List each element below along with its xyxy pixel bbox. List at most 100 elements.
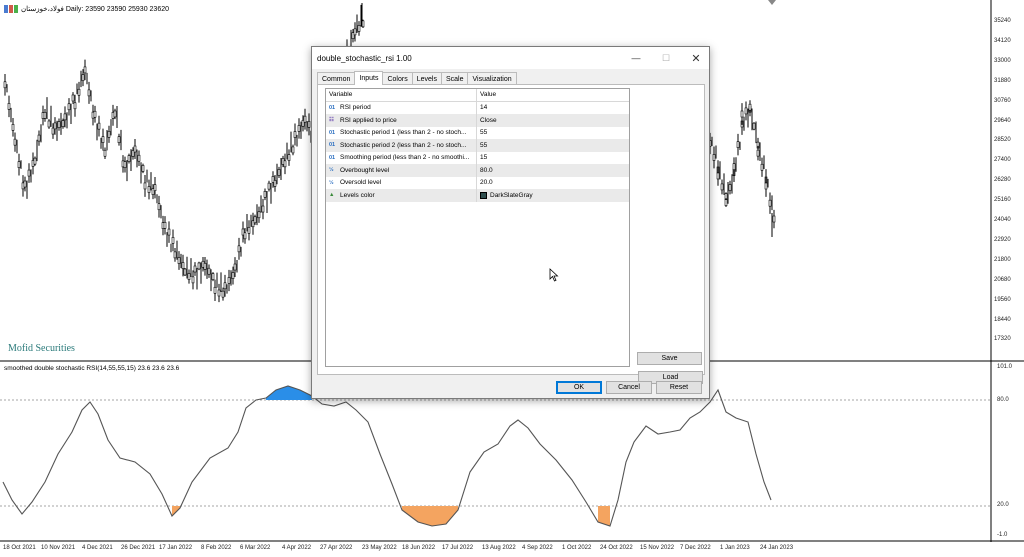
row-variable-cell: ▲ Levels color [326, 189, 477, 202]
price-tick-label: 34120 [994, 37, 1011, 44]
table-row[interactable]: 01 Stochastic period 2 (less than 2 - no … [326, 139, 629, 152]
integer-icon: 01 [329, 104, 336, 111]
candle-body [63, 113, 67, 121]
candle-body [183, 268, 187, 276]
column-header-value[interactable]: Value [477, 89, 629, 101]
candle-body [768, 199, 772, 207]
candle-body [227, 277, 231, 284]
date-tick-label: 13 Aug 2022 [482, 545, 516, 551]
price-tick-label: 18440 [994, 316, 1011, 323]
date-tick-label: 15 Nov 2022 [640, 545, 675, 551]
candle-body [61, 120, 65, 127]
candle-body [241, 228, 245, 236]
price-tick-label: 20680 [994, 276, 1011, 283]
candle-body [201, 260, 205, 268]
table-row[interactable]: ½ Oversold level 20.0 [326, 176, 629, 190]
date-tick-label: 1 Jan 2023 [720, 545, 750, 551]
price-tick-label: 25160 [994, 197, 1011, 204]
table-header: Variable Value [326, 89, 629, 102]
table-row[interactable]: ☷ RSI applied to price Close [326, 114, 629, 127]
reset-button[interactable]: Reset [656, 381, 702, 394]
save-button[interactable]: Save [637, 352, 702, 365]
minimize-icon[interactable]: — [621, 47, 651, 69]
candle-body [207, 267, 211, 275]
row-value[interactable]: 20.0 [477, 177, 629, 190]
candle-body [11, 124, 15, 131]
candle-body [353, 28, 357, 36]
price-tick-label: 22920 [994, 236, 1011, 243]
candle-body [71, 94, 75, 102]
row-value[interactable]: DarkSlateGray [477, 189, 629, 202]
price-tick-label: 29640 [994, 117, 1011, 124]
candle-body [141, 165, 145, 172]
price-tick-label: 27400 [994, 157, 1011, 164]
candle-body [293, 131, 297, 138]
candle-body [247, 227, 251, 234]
row-value[interactable]: 55 [477, 139, 629, 152]
maximize-icon: ☐ [661, 52, 671, 63]
candle-body [53, 122, 57, 130]
oscillator-line [2, 385, 772, 527]
candle-body [231, 272, 235, 279]
color-value-label: DarkSlateGray [490, 191, 533, 199]
candle-body [233, 263, 237, 271]
date-tick-label: 18 Oct 2021 [3, 545, 36, 551]
row-value[interactable]: 15 [477, 152, 629, 165]
tab-inputs[interactable]: Inputs [354, 71, 384, 85]
candle-body [251, 220, 255, 228]
candle-body [732, 163, 736, 170]
fraction-icon: ½ [329, 179, 334, 186]
candle-body [748, 103, 752, 111]
table-row[interactable]: 01 RSI period 14 [326, 101, 629, 115]
candle-body [213, 286, 217, 294]
cancel-button[interactable]: Cancel [606, 381, 652, 394]
table-row[interactable]: ½ Overbought level 80.0 [326, 164, 629, 177]
integer-icon: 01 [329, 129, 336, 136]
date-tick-label: 1 Oct 2022 [562, 545, 592, 551]
mouse-cursor-icon [549, 268, 559, 282]
date-tick-label: 17 Jul 2022 [442, 545, 474, 551]
candle-body [111, 112, 115, 119]
date-tick-label: 4 Dec 2021 [82, 545, 113, 551]
candle-body [167, 228, 171, 236]
candle-body [772, 215, 776, 223]
candle-body [257, 211, 261, 219]
row-value[interactable]: 80.0 [477, 164, 629, 177]
chart-symbol-label: فولاد،خوزستان Daily: 23590 23590 25930 2… [21, 6, 169, 13]
candle-body [764, 182, 768, 190]
candle-body [187, 273, 191, 280]
candle-body [173, 251, 177, 259]
row-value[interactable]: Close [477, 114, 629, 127]
candle-body [131, 150, 135, 157]
table-row[interactable]: 01 Smoothing period (less than 2 - no smo… [326, 151, 629, 165]
inputs-panel: Variable Value 01 RSI period 14 ☷ RSI appl… [317, 84, 705, 384]
row-variable: Oversold level [340, 179, 382, 187]
row-value[interactable]: 55 [477, 127, 629, 140]
candle-body [287, 154, 291, 161]
candle-body [83, 66, 87, 74]
candle-body [177, 257, 181, 264]
candle-body [137, 154, 141, 162]
candle-body [223, 282, 227, 290]
row-variable-cell: 01 RSI period [326, 101, 477, 114]
candle-body [17, 161, 21, 168]
candle-body [161, 222, 165, 229]
candle-body [744, 107, 748, 115]
row-variable-cell: 01 Smoothing period (less than 2 - no smo… [326, 151, 477, 164]
price-tick-label: 30760 [994, 97, 1011, 104]
candle-body [171, 237, 175, 244]
candle-body [283, 160, 287, 168]
date-tick-label: 7 Dec 2022 [680, 545, 711, 551]
column-header-variable[interactable]: Variable [326, 89, 477, 101]
close-icon[interactable]: ✕ [681, 47, 711, 69]
ok-button[interactable]: OK [556, 381, 602, 394]
date-tick-label: 18 Jun 2022 [402, 545, 436, 551]
chart-type-icon [4, 5, 18, 13]
dialog-titlebar[interactable]: double_stochastic_rsi 1.00 — ☐ ✕ [312, 47, 709, 69]
row-value[interactable]: 14 [477, 102, 629, 115]
table-row[interactable]: ▲ Levels color DarkSlateGray [326, 189, 629, 202]
table-row[interactable]: 01 Stochastic period 1 (less than 2 - no … [326, 126, 629, 140]
candle-body [267, 182, 271, 190]
candle-body [43, 112, 47, 119]
broker-watermark: Mofid Securities [8, 343, 75, 354]
